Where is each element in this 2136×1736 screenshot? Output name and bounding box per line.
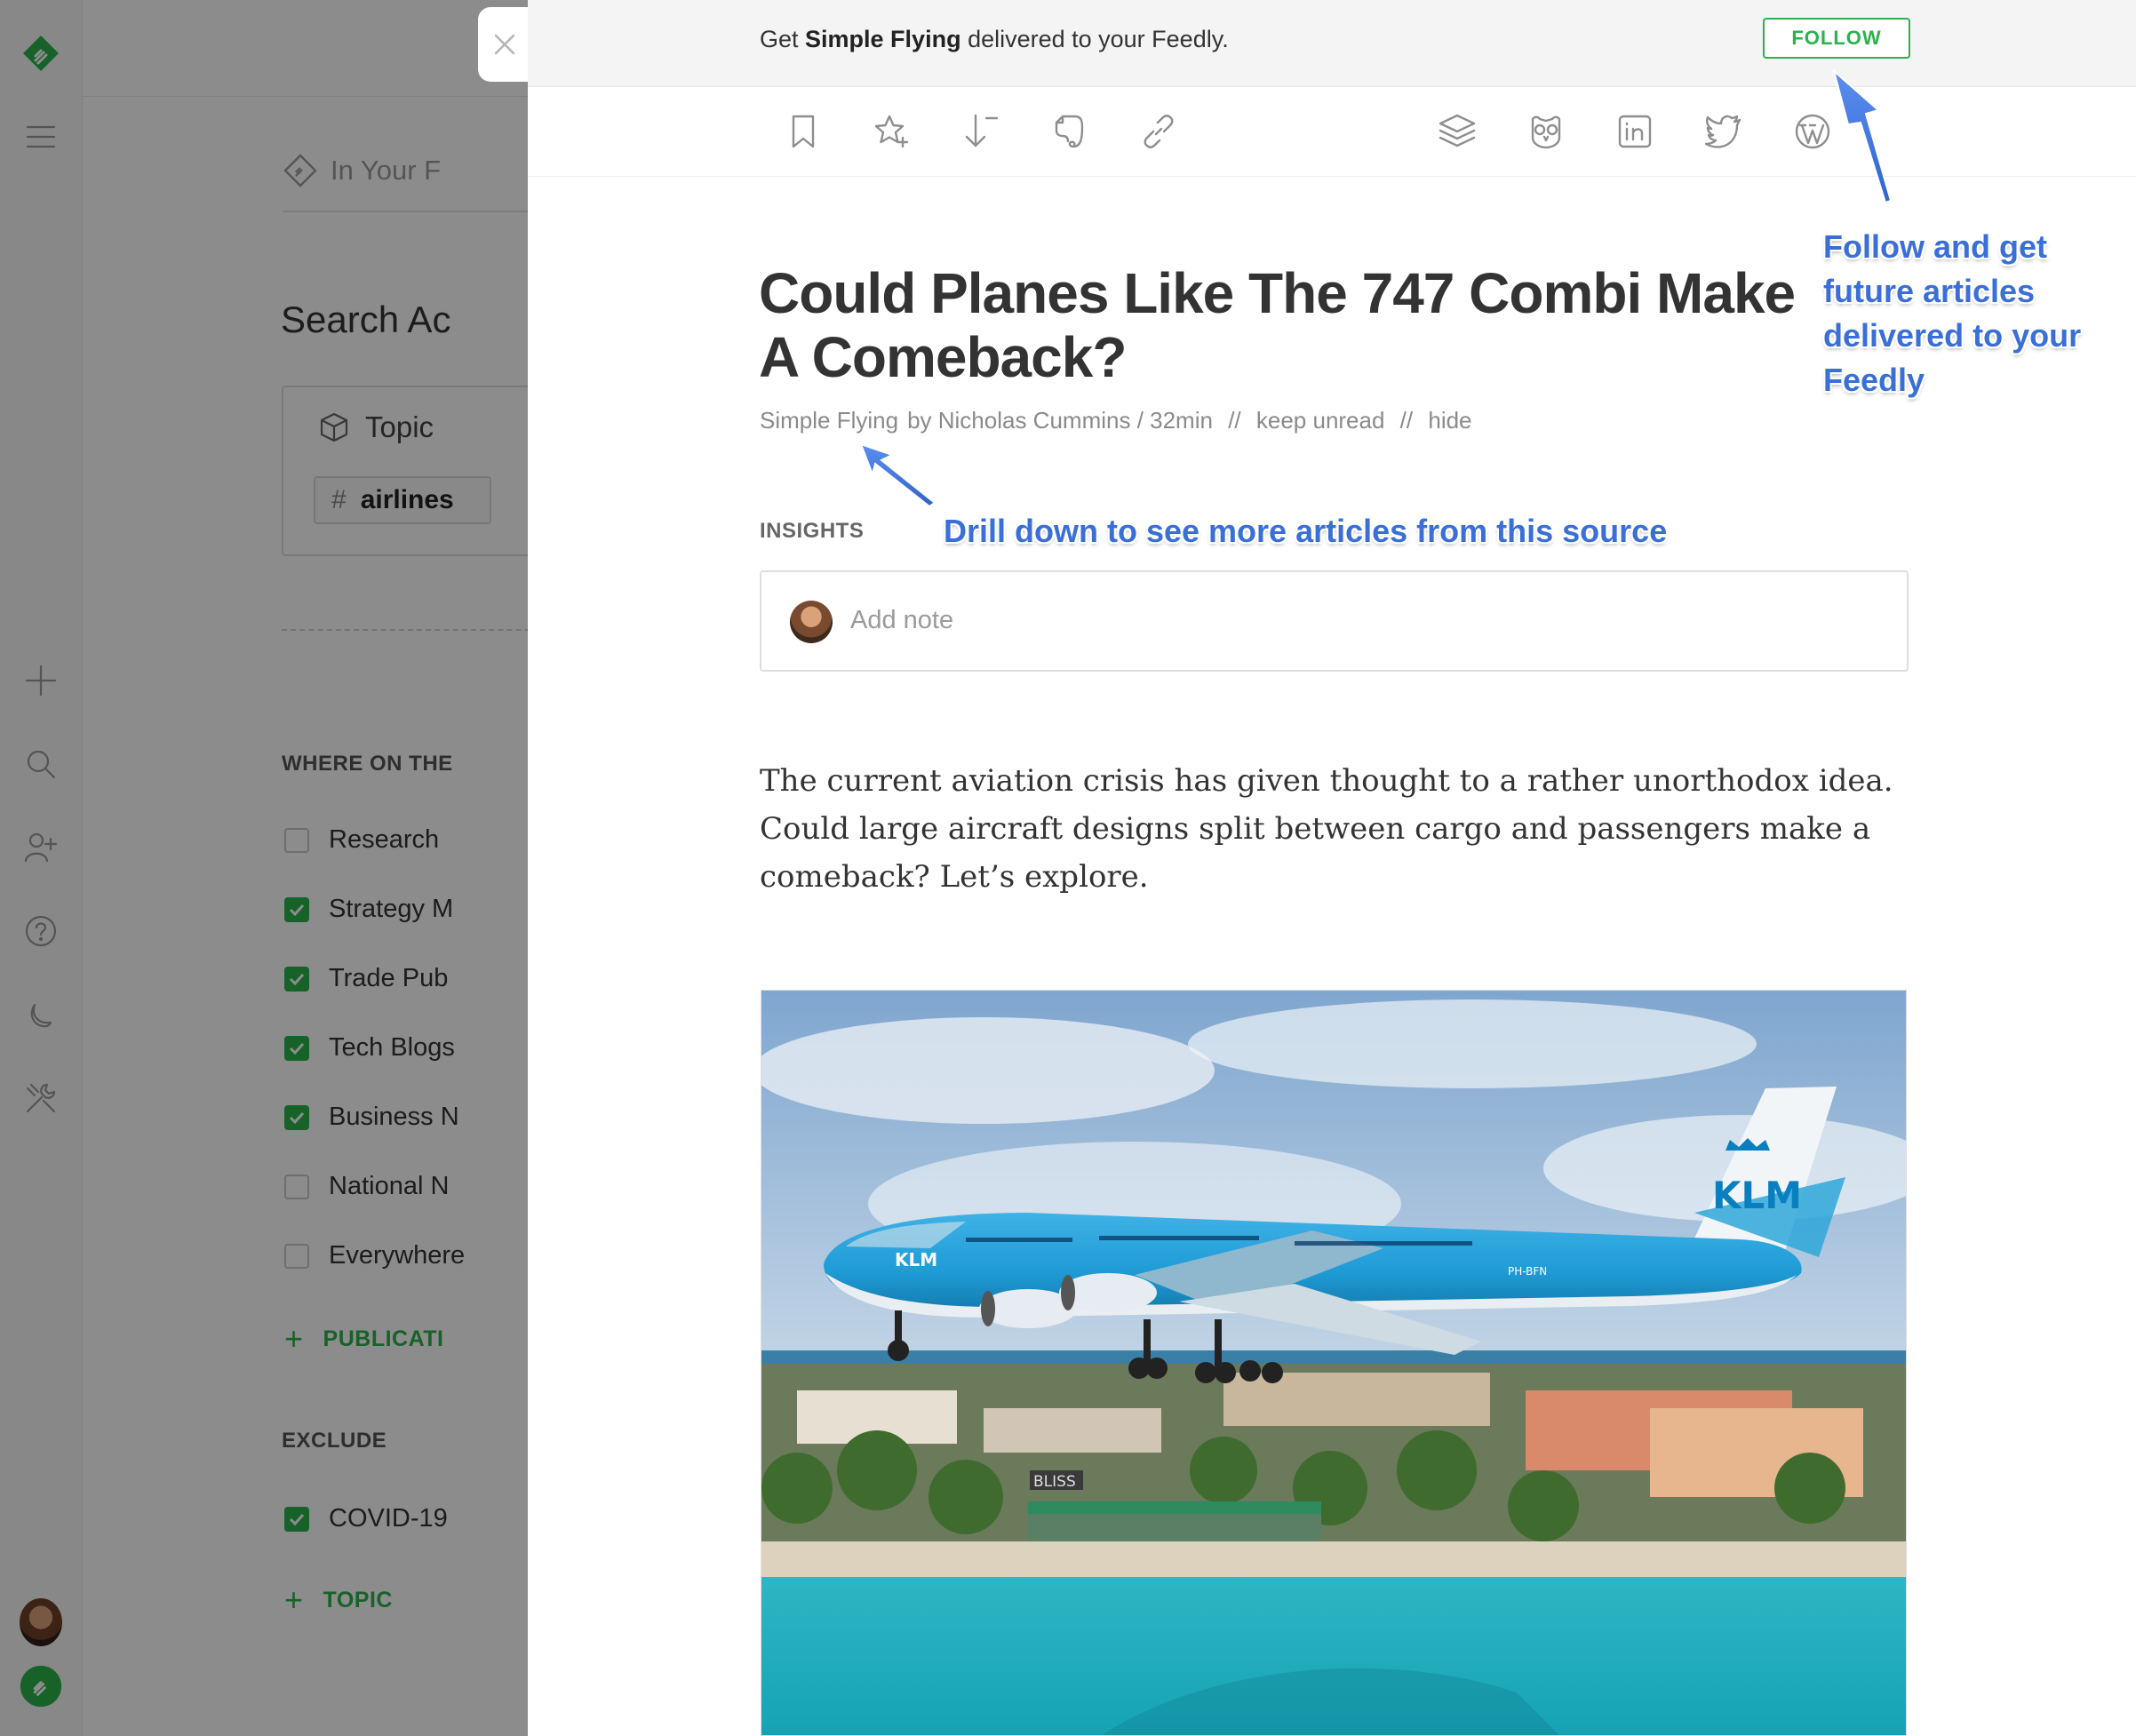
insights-label: INSIGHTS [760, 519, 865, 543]
separator: // [1399, 407, 1414, 434]
banner-text: Get Simple Flying delivered to your Feed… [760, 26, 1229, 52]
layers-icon[interactable] [1434, 108, 1480, 155]
registration-text: PH-BFN [1508, 1265, 1547, 1278]
star-plus-icon[interactable] [869, 108, 915, 155]
hootsuite-owl-icon[interactable] [1523, 108, 1569, 155]
article-hero-image[interactable]: BLISS KLM KLM PH-BFN [761, 990, 1907, 1736]
link-icon[interactable] [1136, 108, 1182, 155]
evernote-icon[interactable] [1047, 108, 1093, 155]
byline: by Nicholas Cummins / 32min [907, 407, 1213, 434]
hide-link[interactable]: hide [1428, 407, 1471, 434]
banner-source-name: Simple Flying [805, 26, 961, 52]
drill-down-annotation: Drill down to see more articles from thi… [944, 513, 1668, 549]
modal-backdrop[interactable] [0, 0, 528, 1736]
follow-annotation: Follow and get future articles delivered… [1823, 228, 2082, 398]
mark-read-below-icon[interactable] [958, 108, 1004, 155]
article-lede: The current aviation crisis has given th… [760, 763, 1893, 895]
note-placeholder: Add note [850, 606, 954, 634]
keep-unread-link[interactable]: keep unread [1256, 407, 1385, 434]
add-note-field[interactable]: Add note [760, 570, 1909, 672]
twitter-icon[interactable] [1701, 108, 1747, 155]
avatar [790, 601, 833, 643]
follow-button[interactable]: FOLLOW [1763, 18, 1910, 59]
linkedin-icon[interactable] [1612, 108, 1658, 155]
klm-747-photo: BLISS KLM KLM PH-BFN [761, 991, 1906, 1735]
fuselage-logo-text: KLM [895, 1249, 937, 1270]
article-toolbar [528, 87, 2136, 177]
separator: // [1228, 407, 1241, 434]
bookmark-icon[interactable] [780, 108, 826, 155]
bliss-sign-text: BLISS [1033, 1473, 1076, 1491]
follow-banner: Get Simple Flying delivered to your Feed… [528, 0, 2136, 87]
article-meta: Simple Flying by Nicholas Cummins / 32min… [760, 407, 1481, 434]
tail-logo-text: KLM [1712, 1174, 1802, 1217]
wordpress-icon[interactable] [1789, 108, 1836, 155]
close-icon [494, 34, 515, 55]
article-title: Could Planes Like The 747 Combi Make A C… [759, 261, 1796, 389]
source-link[interactable]: Simple Flying [760, 407, 898, 434]
close-button[interactable] [478, 7, 531, 82]
